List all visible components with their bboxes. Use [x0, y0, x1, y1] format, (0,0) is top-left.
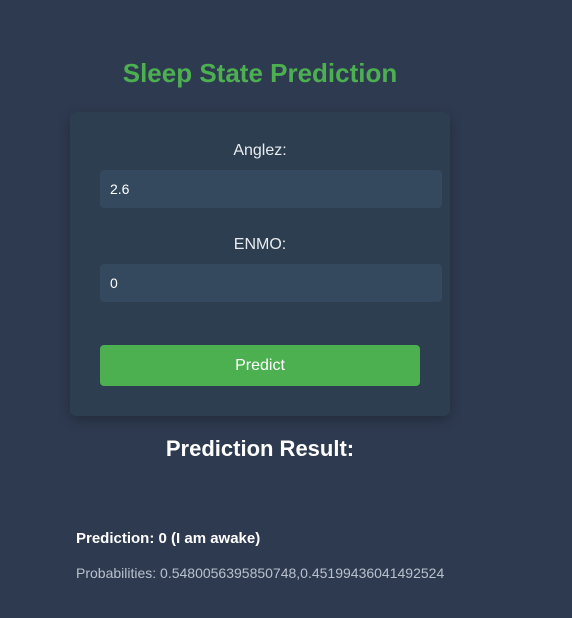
probabilities-text: Probabilities: 0.5480056395850748,0.4519… — [76, 565, 445, 581]
prediction-text: Prediction: 0 (I am awake) — [76, 530, 261, 547]
anglez-input[interactable] — [100, 170, 442, 208]
prediction-form-card: Anglez: ENMO: Predict — [70, 112, 450, 416]
page-title: Sleep State Prediction — [122, 58, 398, 88]
predict-button[interactable]: Predict — [100, 345, 420, 386]
anglez-label: Anglez: — [233, 142, 287, 159]
page: Sleep State Prediction Anglez: ENMO: Pre… — [0, 0, 572, 618]
result-heading: Prediction Result: — [165, 436, 355, 461]
enmo-input[interactable] — [100, 264, 442, 302]
enmo-label: ENMO: — [233, 236, 287, 253]
